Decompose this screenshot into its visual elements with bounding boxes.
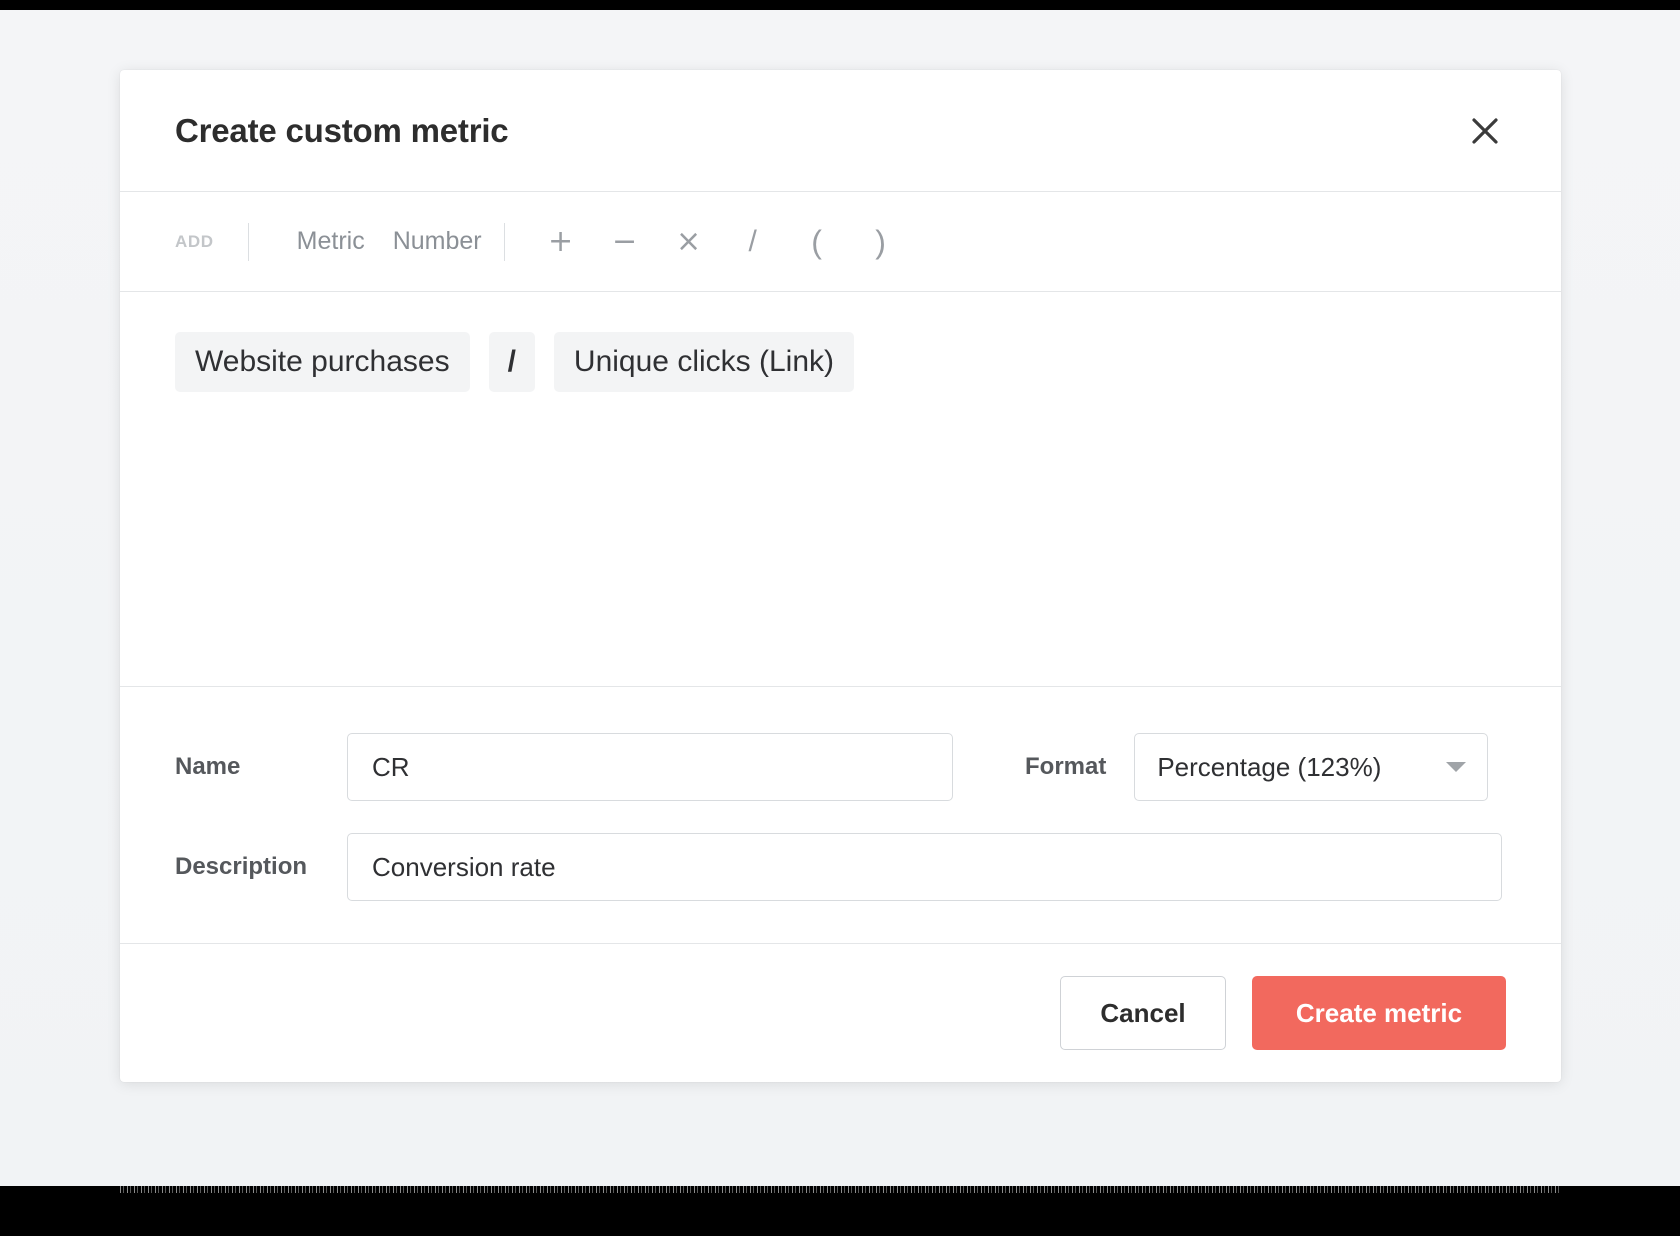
dialog-header: Create custom metric	[120, 70, 1561, 192]
page-title: Create custom metric	[175, 111, 509, 149]
create-metric-button[interactable]: Create metric	[1252, 976, 1506, 1050]
operator-close-paren-button[interactable]: )	[849, 226, 913, 258]
operator-open-paren-button[interactable]: (	[785, 226, 849, 258]
toolbar-divider-1	[247, 222, 249, 261]
formula-canvas[interactable]: Website purchases / Unique clicks (Link)	[120, 292, 1561, 687]
toolbar-add-label: ADD	[175, 231, 214, 251]
toolbar-divider-2	[503, 222, 505, 261]
toolbar-add-metric-button[interactable]: Metric	[283, 221, 379, 262]
format-label: Format	[1025, 753, 1107, 780]
formula-toolbar: ADD Metric Number + − × / ( )	[120, 192, 1561, 292]
cancel-button[interactable]: Cancel	[1060, 976, 1226, 1050]
name-label: Name	[175, 753, 241, 780]
toolbar-add-number-button[interactable]: Number	[379, 221, 496, 262]
name-format-row: Name Format Percentage (123%)	[175, 733, 1506, 801]
page-backdrop: Create custom metric ADD Metric Number +…	[0, 10, 1680, 1186]
operator-plus-button[interactable]: +	[529, 226, 593, 257]
operator-minus-button[interactable]: −	[593, 226, 657, 257]
description-row: Description	[175, 833, 1506, 901]
dialog-footer: Cancel Create metric	[120, 944, 1561, 1082]
formula-token-metric-1[interactable]: Website purchases	[175, 332, 470, 392]
format-select[interactable]: Percentage (123%)	[1134, 733, 1489, 801]
letterbox-top	[0, 0, 1680, 10]
name-input[interactable]	[347, 733, 953, 801]
operator-divide-button[interactable]: /	[721, 226, 785, 257]
letterbox-noise	[120, 1186, 1560, 1193]
operator-multiply-button[interactable]: ×	[657, 226, 721, 257]
formula-token-metric-2[interactable]: Unique clicks (Link)	[553, 332, 855, 392]
description-input[interactable]	[347, 833, 1502, 901]
formula-token-operator[interactable]: /	[488, 332, 535, 392]
description-label: Description	[175, 853, 308, 880]
metric-details-form: Name Format Percentage (123%) Descriptio…	[120, 687, 1561, 944]
format-select-value[interactable]: Percentage (123%)	[1134, 733, 1489, 801]
create-custom-metric-dialog: Create custom metric ADD Metric Number +…	[120, 70, 1561, 1082]
close-icon[interactable]	[1461, 107, 1509, 155]
letterbox-bottom	[0, 1186, 1680, 1236]
